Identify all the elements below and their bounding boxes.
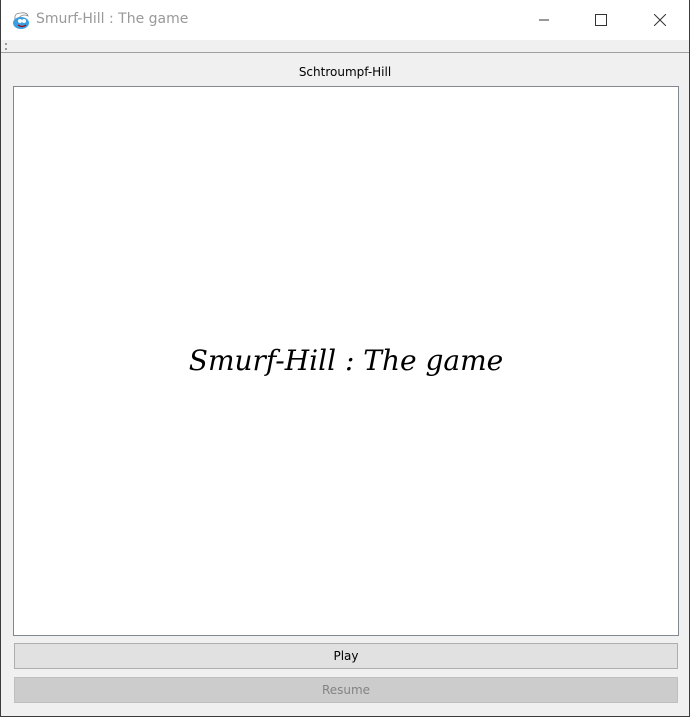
window-title: Smurf-Hill : The game (36, 11, 189, 27)
maximize-icon (595, 14, 607, 26)
close-icon (654, 14, 666, 26)
game-canvas[interactable]: Smurf-Hill : The game (13, 86, 679, 636)
header-label: Schtroumpf-Hill (298, 65, 392, 79)
minimize-icon (539, 19, 549, 21)
toolbar (1, 40, 689, 53)
maximize-button[interactable] (578, 0, 624, 40)
resume-button[interactable]: Resume (14, 677, 678, 703)
canvas-title: Smurf-Hill : The game (188, 343, 504, 377)
app-window: Smurf-Hill : The game Schtroumpf-Hill Sm… (0, 0, 690, 717)
smurf-icon (13, 12, 29, 29)
minimize-button[interactable] (521, 0, 567, 40)
title-bar[interactable]: Smurf-Hill : The game (1, 0, 689, 40)
play-button[interactable]: Play (14, 643, 678, 669)
toolbar-grip-handle[interactable] (5, 43, 7, 50)
close-button[interactable] (637, 0, 683, 40)
